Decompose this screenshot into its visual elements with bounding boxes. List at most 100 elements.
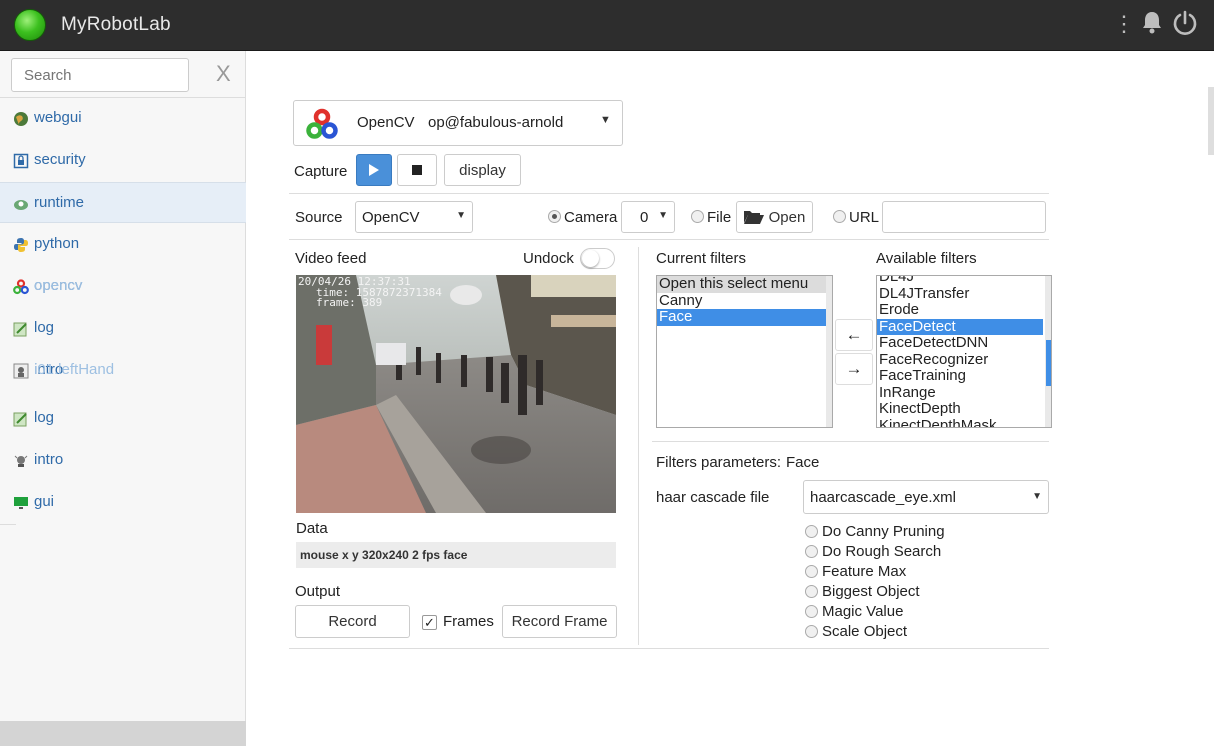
open-file-button[interactable]: Open (736, 201, 813, 233)
option-radio[interactable] (805, 625, 818, 638)
video-feed-label: Video feed (295, 250, 367, 267)
list-scrollbar[interactable] (826, 276, 832, 427)
source-label: Source (295, 209, 343, 226)
list-item[interactable]: FaceRecognizer (877, 351, 1051, 369)
add-filter-button[interactable]: ← (835, 319, 873, 351)
list-item[interactable]: KinectDepth (877, 401, 1051, 418)
video-osd-frame: frame: 389 (316, 296, 383, 309)
list-item[interactable]: Canny (657, 292, 832, 310)
option-radio[interactable] (805, 545, 818, 558)
sidebar-ghost-label: opencv (34, 277, 83, 294)
sidebar-item-log[interactable]: log (0, 308, 246, 349)
record-frame-button[interactable]: Record Frame (502, 605, 617, 638)
option-label: Do Rough Search (822, 543, 942, 560)
camera-index-select[interactable]: 0 ▼ (621, 201, 675, 233)
sidebar-item-label: runtime (34, 194, 85, 211)
intro-icon (13, 363, 29, 379)
camera-radio[interactable] (548, 210, 561, 223)
data-label: Data (296, 520, 328, 537)
frames-checkbox[interactable]: ✓ (422, 615, 437, 630)
list-item[interactable]: KinectDepthMask (877, 417, 1051, 427)
sidebar-item-label: webgui (34, 109, 82, 126)
sidebar-item-runtime[interactable]: runtime (0, 182, 246, 223)
data-readout: mouse x y 320x240 2 fps face (296, 542, 616, 568)
log-icon (13, 322, 27, 337)
list-item[interactable]: DL4JTransfer (877, 285, 1051, 303)
intro-icon (14, 455, 28, 467)
undock-label: Undock (523, 250, 574, 267)
power-icon[interactable] (1172, 10, 1200, 43)
undock-toggle[interactable] (580, 248, 615, 269)
option-radio[interactable] (805, 585, 818, 598)
app-logo[interactable] (14, 9, 46, 41)
record-button[interactable]: Record (295, 605, 410, 638)
cascade-select[interactable]: haarcascade_eye.xml ▼ (803, 480, 1049, 514)
file-label: File (707, 209, 732, 226)
log-icon (13, 412, 27, 427)
service-type: OpenCV (357, 114, 415, 131)
available-filters-label: Available filters (876, 250, 977, 267)
current-filters-list[interactable]: Open this select menu Canny Face (656, 275, 833, 428)
monitor-icon (14, 497, 28, 509)
option-label: Do Canny Pruning (822, 523, 945, 540)
divider (289, 239, 1049, 240)
sidebar-item-log-2[interactable]: log (0, 398, 246, 439)
service-select[interactable]: OpenCV op@fabulous-arnold ▼ (293, 100, 623, 146)
caret-down-icon: ▼ (1032, 491, 1042, 502)
display-button[interactable]: display (444, 154, 521, 186)
caret-down-icon: ▼ (600, 114, 611, 126)
list-item[interactable]: Open this select menu (657, 276, 832, 293)
sidebar-item-security[interactable]: security (0, 140, 246, 181)
search-input[interactable] (11, 58, 189, 92)
file-radio[interactable] (691, 210, 704, 223)
option-radio[interactable] (805, 605, 818, 618)
stop-icon (412, 165, 422, 175)
sidebar-item-label: log (34, 409, 55, 426)
column-divider (638, 247, 639, 645)
opencv-icon (306, 108, 338, 139)
arrow-left-icon: ← (845, 325, 863, 344)
video-feed[interactable]: 20/04/26 12:37:31 time: 1587872371384 fr… (296, 275, 616, 513)
list-scrollbar[interactable] (1045, 276, 1051, 427)
sidebar-footer (0, 721, 246, 746)
page-scrollbar[interactable] (1208, 87, 1214, 155)
sidebar-item-opencv[interactable]: opencv opencv (0, 266, 246, 307)
sidebar-item-label: security (34, 151, 86, 168)
filters-parameters-name: Face (786, 454, 820, 471)
available-filters-list[interactable]: DL4J DL4JTransfer Erode FaceDetect FaceD… (876, 275, 1052, 428)
list-item[interactable]: FaceTraining (877, 368, 1051, 385)
url-input[interactable] (882, 201, 1046, 233)
list-item-selected[interactable]: FaceDetect (877, 318, 1043, 335)
frames-label: Frames (443, 613, 494, 630)
play-button[interactable] (356, 154, 392, 186)
sidebar-item-webgui[interactable]: webgui (0, 98, 246, 139)
bell-icon[interactable] (1141, 10, 1165, 41)
option-radio[interactable] (805, 565, 818, 578)
lock-icon (13, 153, 29, 169)
kebab-menu-icon[interactable]: ⋮ (1113, 10, 1135, 38)
remove-filter-button[interactable]: → (835, 353, 873, 385)
option-label: Feature Max (822, 563, 907, 580)
source-select[interactable]: OpenCV ▼ (355, 201, 473, 233)
sidebar-item-intro[interactable]: intro i01.leftHand (0, 350, 246, 391)
option-radio[interactable] (805, 525, 818, 538)
search-clear-button[interactable]: X (216, 61, 231, 87)
list-item[interactable]: Erode (877, 302, 1051, 319)
sidebar: X webgui security runtime python opencv … (0, 51, 246, 746)
list-item[interactable]: FaceDetectDNN (877, 335, 1051, 352)
list-scrollbar-thumb[interactable] (1046, 340, 1051, 386)
list-item[interactable]: DL4J (877, 276, 1051, 286)
filters-parameters-label: Filters parameters: (656, 454, 782, 471)
folder-open-icon (743, 211, 764, 224)
top-bar: MyRobotLab ⋮ (0, 0, 1214, 51)
globe-icon (14, 112, 28, 126)
sidebar-item-intro-2[interactable]: intro (0, 440, 246, 481)
list-item[interactable]: InRange (877, 384, 1051, 402)
sidebar-item-python[interactable]: python (0, 224, 246, 265)
sidebar-item-gui[interactable]: gui (0, 482, 246, 523)
option-label: Scale Object (822, 623, 908, 640)
python-icon (14, 238, 28, 252)
list-item-selected[interactable]: Face (657, 309, 832, 326)
url-radio[interactable] (833, 210, 846, 223)
stop-button[interactable] (397, 154, 437, 186)
